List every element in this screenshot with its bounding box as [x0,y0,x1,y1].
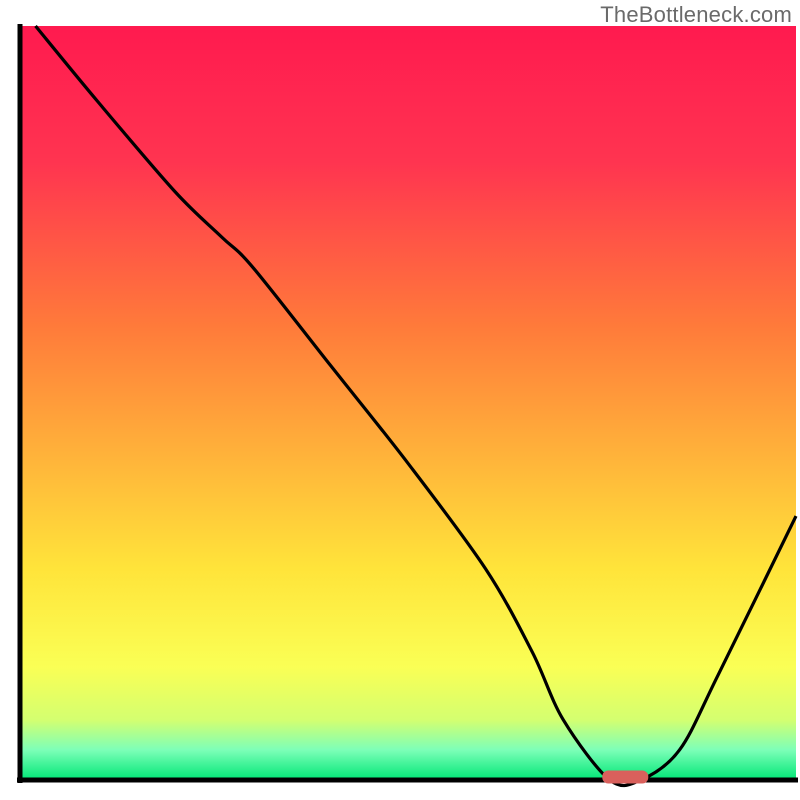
bottleneck-chart [0,0,800,800]
chart-container: TheBottleneck.com [0,0,800,800]
watermark-text: TheBottleneck.com [600,2,792,28]
optimal-marker [602,770,648,783]
plot-background [20,26,796,780]
